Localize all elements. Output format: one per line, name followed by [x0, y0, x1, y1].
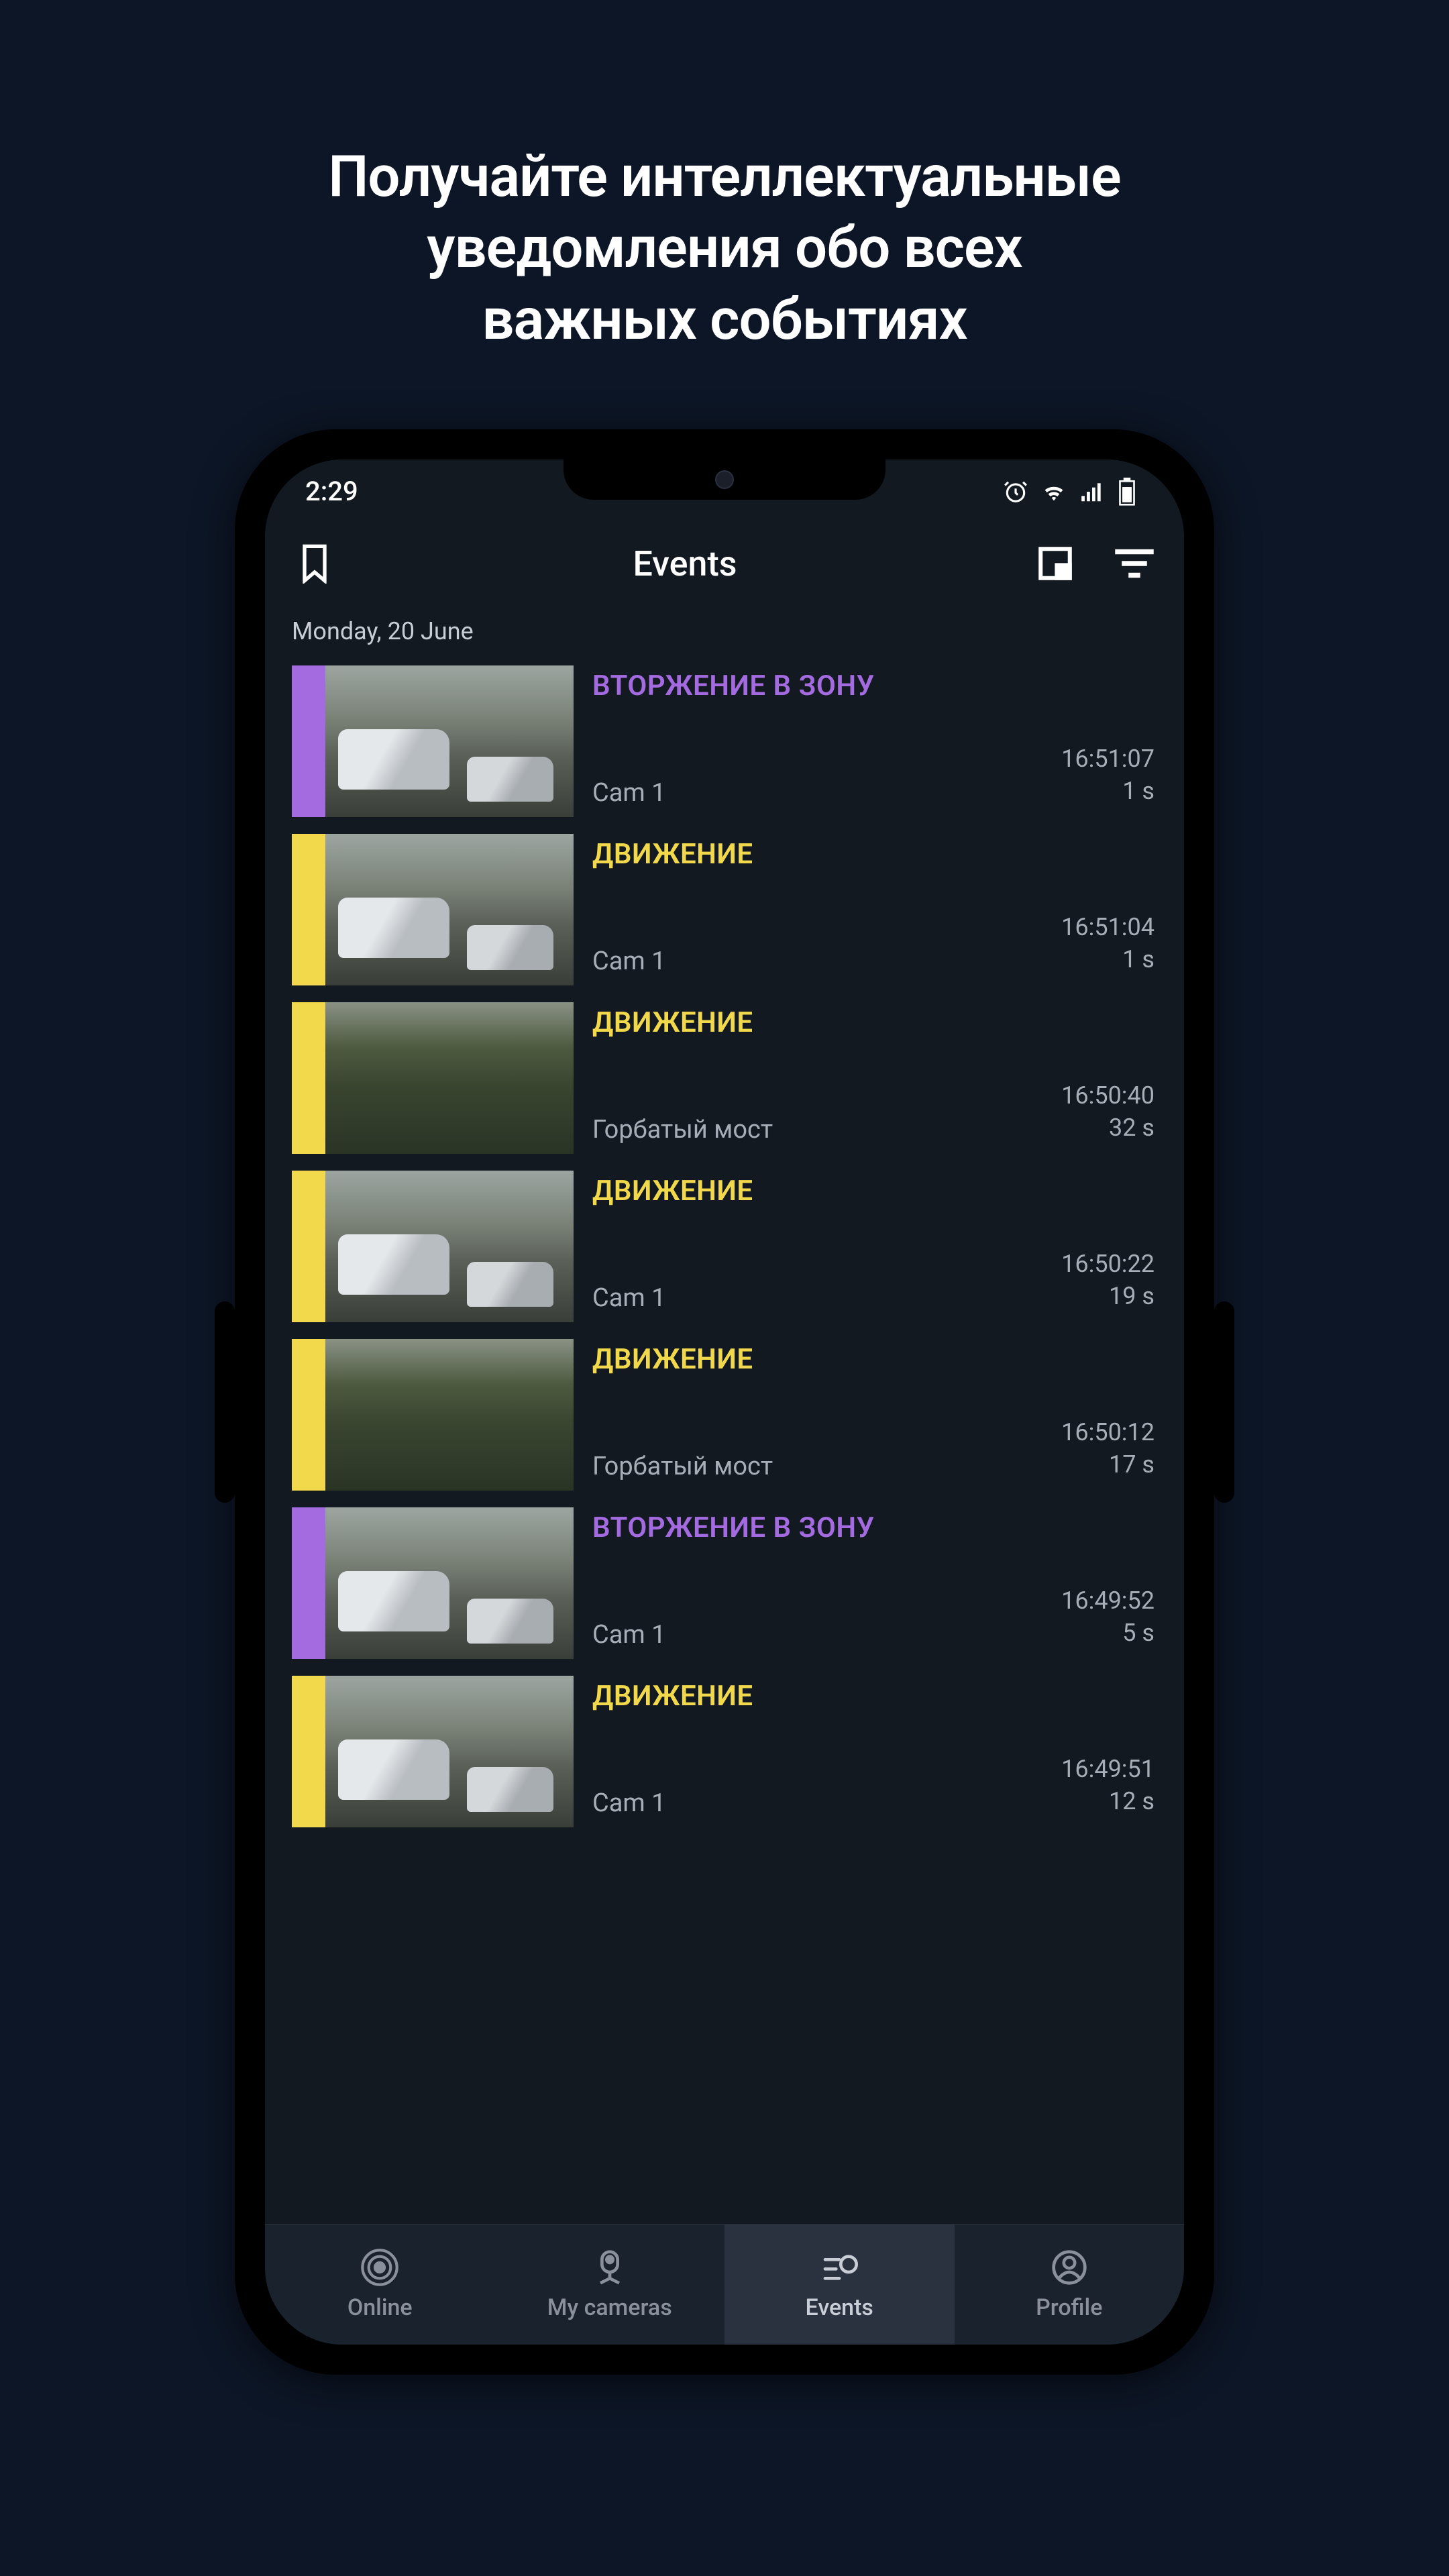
events-list[interactable]: ВТОРЖЕНИЕ В ЗОНУCam 116:51:071 sДВИЖЕНИЕ… — [265, 665, 1184, 2224]
event-time: 16:50:12 — [1061, 1416, 1155, 1449]
event-row[interactable]: ДВИЖЕНИЕ Горбатый мост 16:50:4032 s — [292, 1002, 1157, 1154]
event-thumbnail[interactable] — [292, 1507, 574, 1659]
event-color-bar — [292, 665, 325, 817]
date-header: Monday, 20 June — [265, 604, 1184, 665]
wifi-icon — [1040, 478, 1067, 505]
event-row[interactable]: ДВИЖЕНИЕ Cam 1 16:49:5112 s — [292, 1676, 1157, 1827]
event-row[interactable]: ВТОРЖЕНИЕ В ЗОНУ Cam 1 16:49:525 s — [292, 1507, 1157, 1659]
tab-profile[interactable]: Profile — [955, 2224, 1185, 2345]
status-time: 2:29 — [305, 476, 358, 507]
event-duration: 32 s — [1061, 1112, 1155, 1144]
bookmark-button[interactable] — [292, 541, 337, 586]
event-time: 16:50:22 — [1061, 1248, 1155, 1281]
event-camera-name: Cam 1 — [592, 1620, 666, 1650]
event-camera-name: Cam 1 — [592, 947, 666, 976]
signal-icon — [1079, 479, 1105, 504]
tab-label: Events — [806, 2294, 873, 2321]
thumbnail-image — [325, 665, 574, 817]
battery-icon — [1117, 478, 1137, 506]
tab-icon — [361, 2249, 398, 2286]
event-camera-name: Cam 1 — [592, 1788, 666, 1818]
header-title: Events — [337, 543, 1032, 584]
event-camera-name: Горбатый мост — [592, 1115, 773, 1144]
tab-bar: Online My cameras Events Profile — [265, 2224, 1184, 2345]
tab-events[interactable]: Events — [724, 2224, 955, 2345]
event-camera-name: Cam 1 — [592, 1283, 666, 1313]
phone-notch — [564, 460, 885, 500]
event-duration: 12 s — [1061, 1785, 1155, 1818]
thumbnail-image — [325, 1339, 574, 1491]
headline-line-1: Получайте интеллектуальные — [328, 143, 1121, 210]
event-time: 16:49:51 — [1061, 1753, 1155, 1786]
tab-icon — [1051, 2249, 1088, 2286]
event-type-label: ДВИЖЕНИЕ — [592, 1343, 1155, 1376]
event-time: 16:51:04 — [1061, 911, 1155, 944]
thumbnail-image — [325, 1002, 574, 1154]
event-thumbnail[interactable] — [292, 665, 574, 817]
event-duration: 5 s — [1061, 1617, 1155, 1650]
event-time: 16:49:52 — [1061, 1585, 1155, 1617]
event-thumbnail[interactable] — [292, 1002, 574, 1154]
event-color-bar — [292, 1507, 325, 1659]
event-row[interactable]: ДВИЖЕНИЕ Горбатый мост 16:50:1217 s — [292, 1339, 1157, 1491]
event-type-label: ДВИЖЕНИЕ — [592, 1006, 1155, 1039]
event-color-bar — [292, 1002, 325, 1154]
event-row[interactable]: ВТОРЖЕНИЕ В ЗОНУ Cam 1 16:51:071 s — [292, 665, 1157, 817]
tab-my-cameras[interactable]: My cameras — [495, 2224, 725, 2345]
tab-icon — [820, 2249, 858, 2286]
marketing-headline: Получайте интеллектуальные уведомления о… — [0, 0, 1449, 355]
event-thumbnail[interactable] — [292, 1171, 574, 1322]
event-type-label: ДВИЖЕНИЕ — [592, 1680, 1155, 1713]
event-row[interactable]: ДВИЖЕНИЕ Cam 1 16:51:041 s — [292, 834, 1157, 985]
headline-line-2: уведомления обо всех — [427, 214, 1022, 281]
tab-label: Online — [347, 2294, 413, 2321]
headline-line-3: важных событиях — [482, 286, 967, 353]
thumbnail-image — [325, 1507, 574, 1659]
event-color-bar — [292, 1676, 325, 1827]
event-thumbnail[interactable] — [292, 1339, 574, 1491]
tab-label: Profile — [1036, 2294, 1102, 2321]
thumbnail-image — [325, 1171, 574, 1322]
event-row[interactable]: ДВИЖЕНИЕ Cam 1 16:50:2219 s — [292, 1171, 1157, 1322]
event-duration: 17 s — [1061, 1448, 1155, 1481]
event-type-label: ДВИЖЕНИЕ — [592, 1175, 1155, 1208]
event-color-bar — [292, 1339, 325, 1491]
event-duration: 1 s — [1061, 943, 1155, 976]
thumbnail-image — [325, 834, 574, 985]
alarm-icon — [1003, 479, 1028, 504]
filter-button[interactable] — [1112, 541, 1157, 586]
event-thumbnail[interactable] — [292, 834, 574, 985]
layout-toggle-button[interactable] — [1032, 541, 1078, 586]
event-type-label: ВТОРЖЕНИЕ В ЗОНУ — [592, 1511, 1155, 1544]
event-time: 16:50:40 — [1061, 1079, 1155, 1112]
event-duration: 19 s — [1061, 1280, 1155, 1313]
event-color-bar — [292, 1171, 325, 1322]
event-camera-name: Cam 1 — [592, 778, 666, 808]
event-color-bar — [292, 834, 325, 985]
event-time: 16:51:07 — [1061, 743, 1155, 775]
tab-online[interactable]: Online — [265, 2224, 495, 2345]
event-type-label: ДВИЖЕНИЕ — [592, 838, 1155, 871]
thumbnail-image — [325, 1676, 574, 1827]
tab-label: My cameras — [547, 2294, 672, 2321]
tab-icon — [591, 2249, 629, 2286]
event-camera-name: Горбатый мост — [592, 1452, 773, 1481]
app-header: Events — [265, 523, 1184, 604]
event-type-label: ВТОРЖЕНИЕ В ЗОНУ — [592, 669, 1155, 702]
event-duration: 1 s — [1061, 775, 1155, 808]
phone-mockup: 2:29 — [235, 429, 1214, 2375]
event-thumbnail[interactable] — [292, 1676, 574, 1827]
